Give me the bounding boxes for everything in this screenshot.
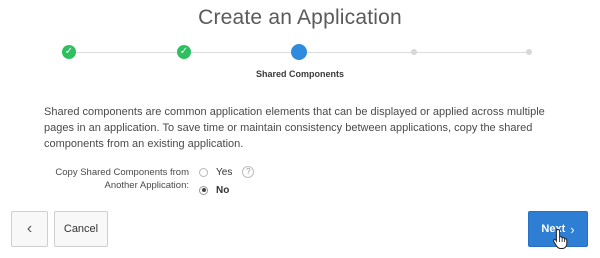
current-step-dot <box>291 44 307 60</box>
current-step-label: Shared Components <box>255 69 344 79</box>
wizard-step-3-current <box>291 44 307 60</box>
back-button[interactable]: ‹ <box>11 211 48 247</box>
check-icon: ✓ <box>177 45 191 59</box>
wizard-step-4 <box>407 45 421 59</box>
copy-shared-components-label: Copy Shared Components from Another Appl… <box>55 167 189 191</box>
wizard-progress: ✓ ✓ Shared Components <box>0 40 600 80</box>
future-step-dot <box>526 49 532 55</box>
check-icon: ✓ <box>62 45 76 59</box>
chevron-right-icon: › <box>570 221 575 237</box>
description-text: Shared components are common application… <box>44 106 545 150</box>
help-icon[interactable]: ? <box>242 166 255 178</box>
wizard-step-1: ✓ <box>62 45 76 59</box>
wizard-step-2: ✓ <box>177 45 191 59</box>
radio-yes[interactable] <box>199 167 208 177</box>
page-title: Create an Application <box>198 6 402 29</box>
cancel-button[interactable]: Cancel <box>54 211 108 247</box>
chevron-left-icon: ‹ <box>26 220 33 237</box>
radio-yes-label[interactable]: Yes <box>216 167 232 178</box>
radio-option-yes[interactable]: Yes ? <box>199 164 255 180</box>
wizard-step-5 <box>522 45 536 59</box>
radio-option-no[interactable]: No <box>199 182 229 198</box>
future-step-dot <box>411 49 417 55</box>
hand-cursor-icon <box>553 228 568 249</box>
radio-no-label[interactable]: No <box>216 185 229 196</box>
radio-no[interactable] <box>199 185 208 195</box>
